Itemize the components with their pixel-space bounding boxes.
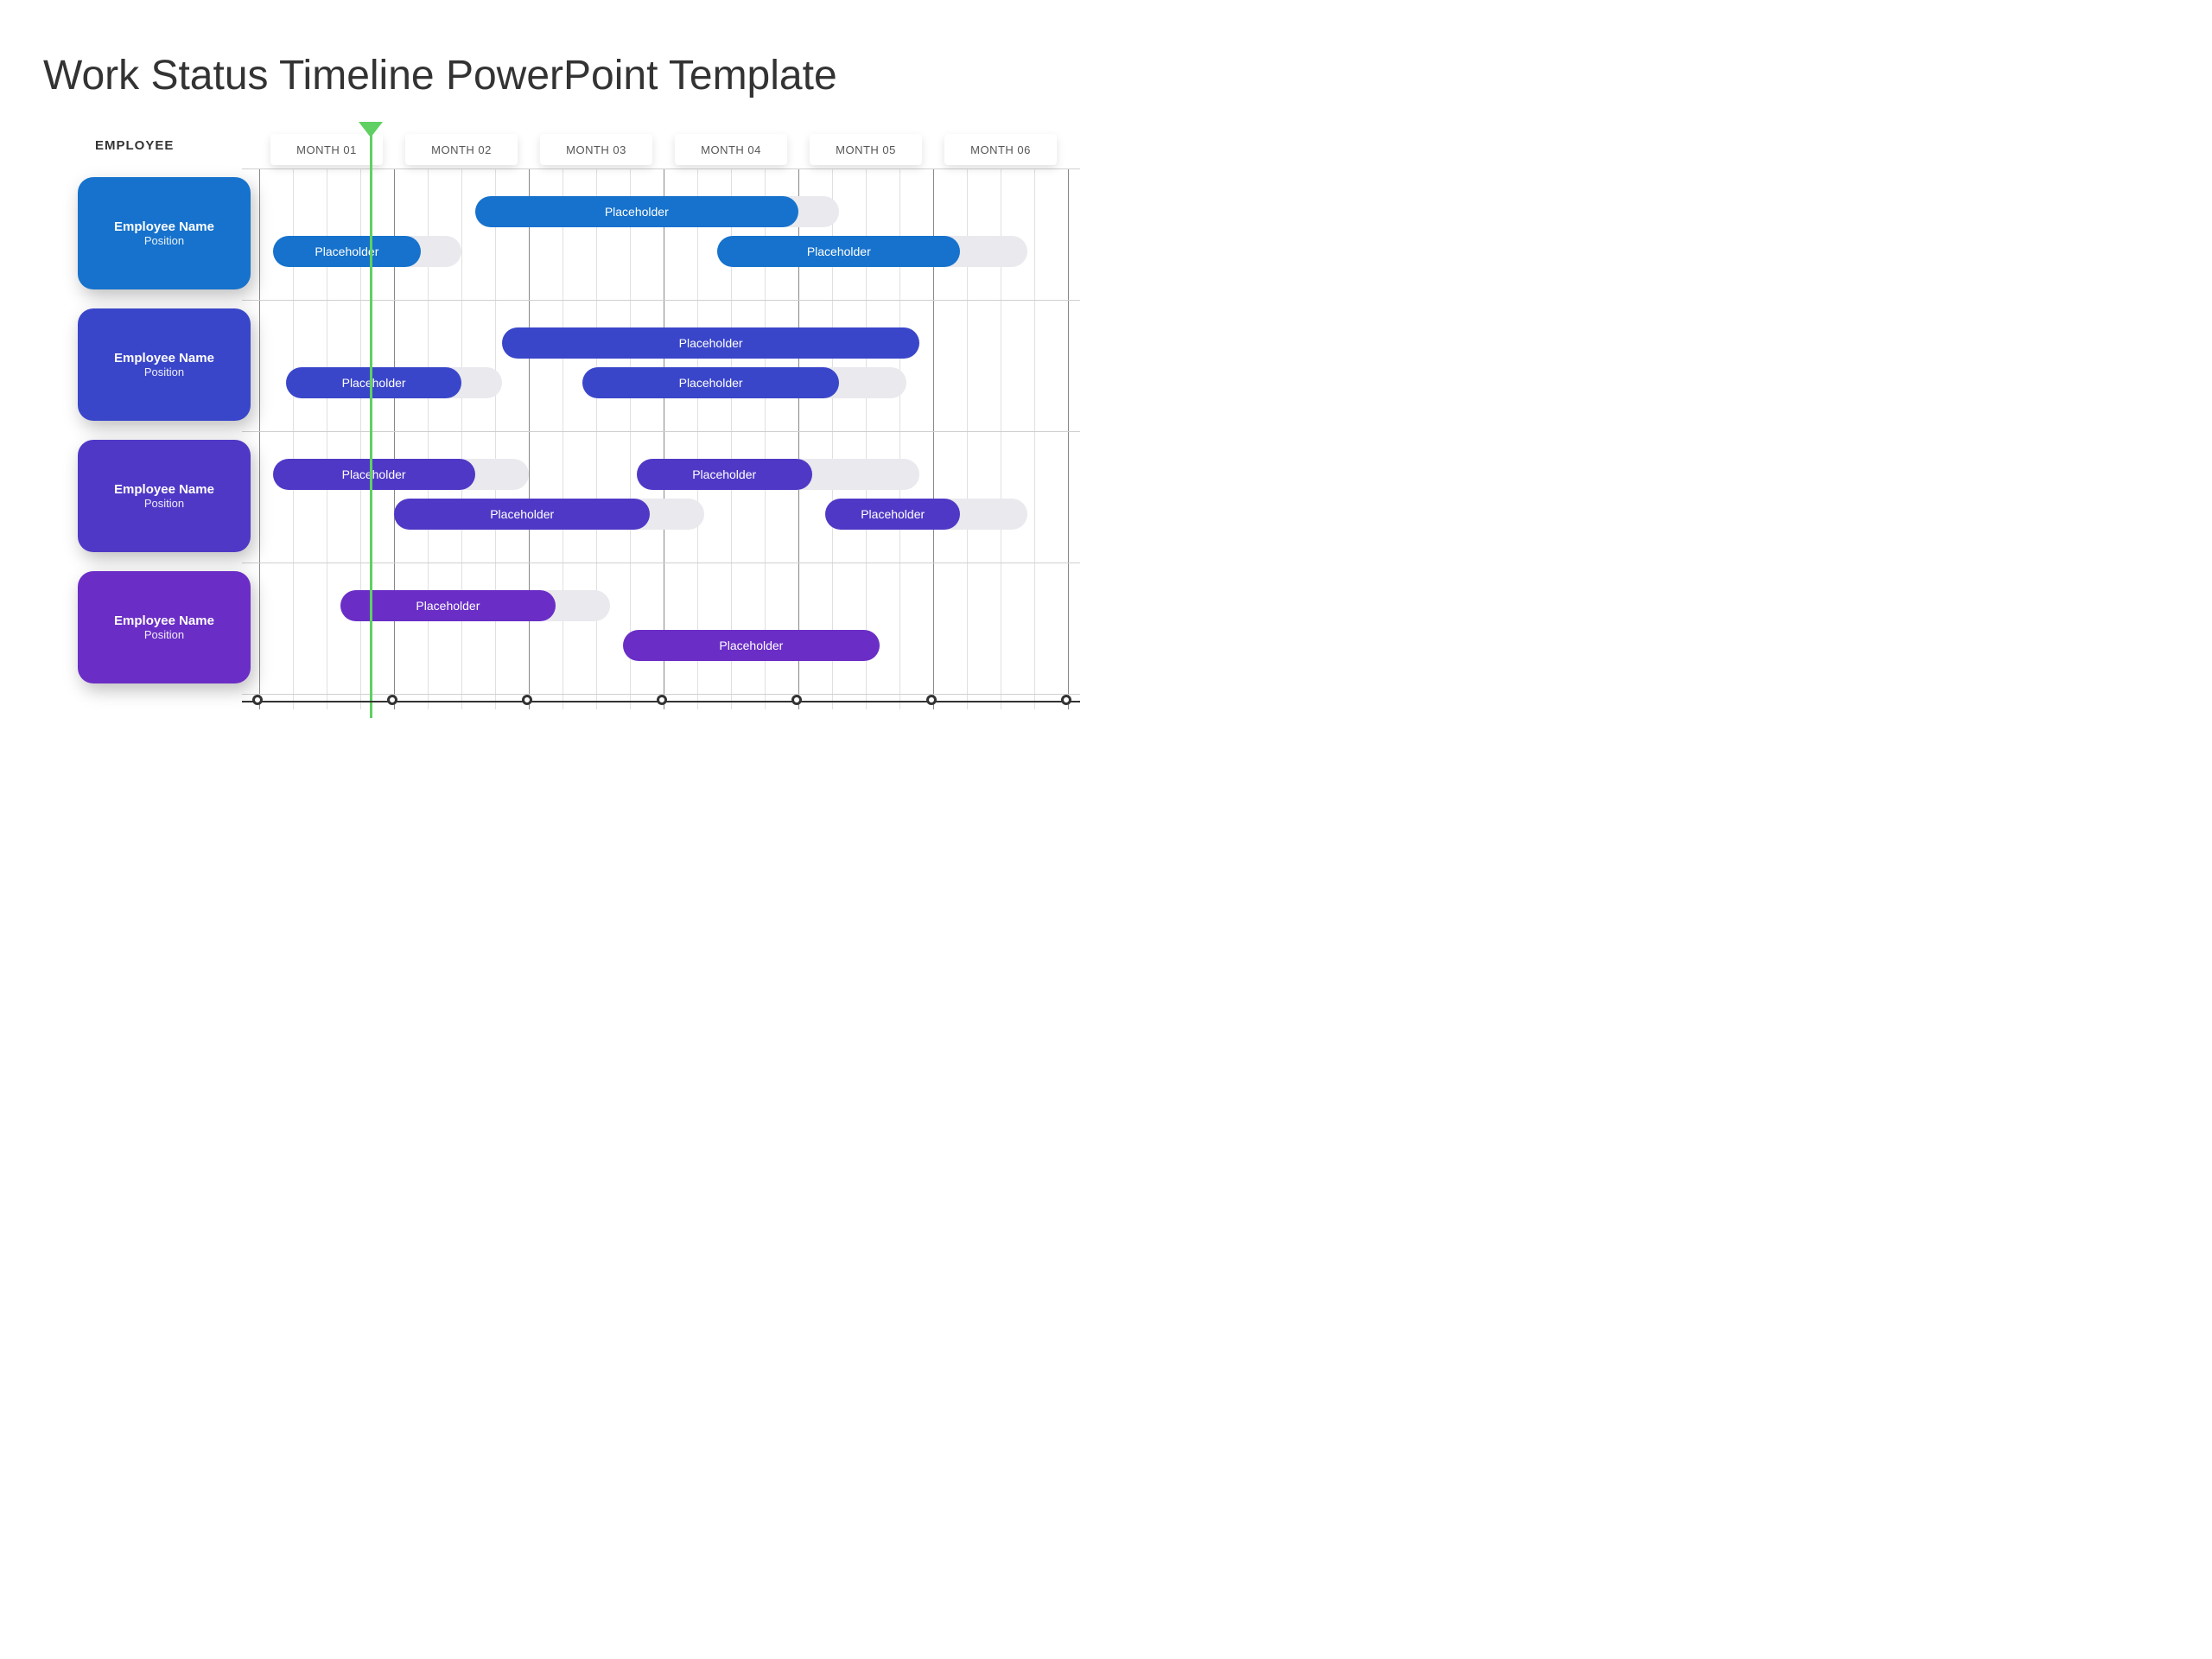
axis-tick — [252, 695, 263, 705]
axis-tick — [1061, 695, 1071, 705]
task-bar: Placeholder — [825, 499, 960, 530]
axis-tick — [522, 695, 532, 705]
gridline-sub — [495, 168, 496, 709]
task-bar: Placeholder — [582, 367, 838, 398]
gridline-month — [1068, 168, 1069, 709]
task-bar: Placeholder — [717, 236, 960, 267]
employee-card: Employee NamePosition — [78, 177, 251, 289]
employee-position: Position — [144, 234, 184, 247]
employee-name: Employee Name — [114, 219, 214, 234]
month-label: MONTH 03 — [540, 134, 652, 165]
gridline-sub — [1034, 168, 1035, 709]
employee-name: Employee Name — [114, 613, 214, 628]
row-divider — [242, 300, 1080, 301]
month-label: MONTH 01 — [270, 134, 383, 165]
month-label: MONTH 04 — [675, 134, 787, 165]
employee-position: Position — [144, 628, 184, 641]
gridline-sub — [461, 168, 462, 709]
employee-position: Position — [144, 497, 184, 510]
gridline-month — [259, 168, 260, 709]
task-bar: Placeholder — [623, 630, 879, 661]
employee-position: Position — [144, 365, 184, 378]
task-bar: Placeholder — [286, 367, 461, 398]
employee-name: Employee Name — [114, 482, 214, 497]
task-bar: Placeholder — [502, 327, 920, 359]
task-bar: Placeholder — [273, 459, 475, 490]
employee-name: Employee Name — [114, 351, 214, 365]
axis-tick — [926, 695, 937, 705]
gridline-sub — [697, 168, 698, 709]
axis-tick — [791, 695, 802, 705]
task-bar: Placeholder — [637, 459, 812, 490]
current-marker-line — [370, 134, 372, 718]
employee-card: Employee NamePosition — [78, 440, 251, 552]
timeline-chart: EMPLOYEE MONTH 01 MONTH 02 MONTH 03 MONTH 04… — [43, 134, 1063, 727]
axis-tick — [387, 695, 397, 705]
row-divider — [242, 168, 1080, 169]
gridline-month — [529, 168, 530, 709]
axis-tick — [657, 695, 667, 705]
month-label: MONTH 05 — [810, 134, 922, 165]
employee-card: Employee NamePosition — [78, 308, 251, 421]
gridline-sub — [596, 168, 597, 709]
gridline-sub — [630, 168, 631, 709]
task-bar: Placeholder — [475, 196, 798, 227]
task-bar: Placeholder — [273, 236, 422, 267]
employee-card: Employee NamePosition — [78, 571, 251, 683]
page-title: Work Status Timeline PowerPoint Template — [43, 52, 2169, 99]
month-label: MONTH 06 — [944, 134, 1057, 165]
current-marker-icon — [359, 122, 383, 137]
employee-column-header: EMPLOYEE — [95, 138, 174, 153]
row-divider — [242, 431, 1080, 432]
task-bar: Placeholder — [394, 499, 650, 530]
month-label: MONTH 02 — [405, 134, 518, 165]
